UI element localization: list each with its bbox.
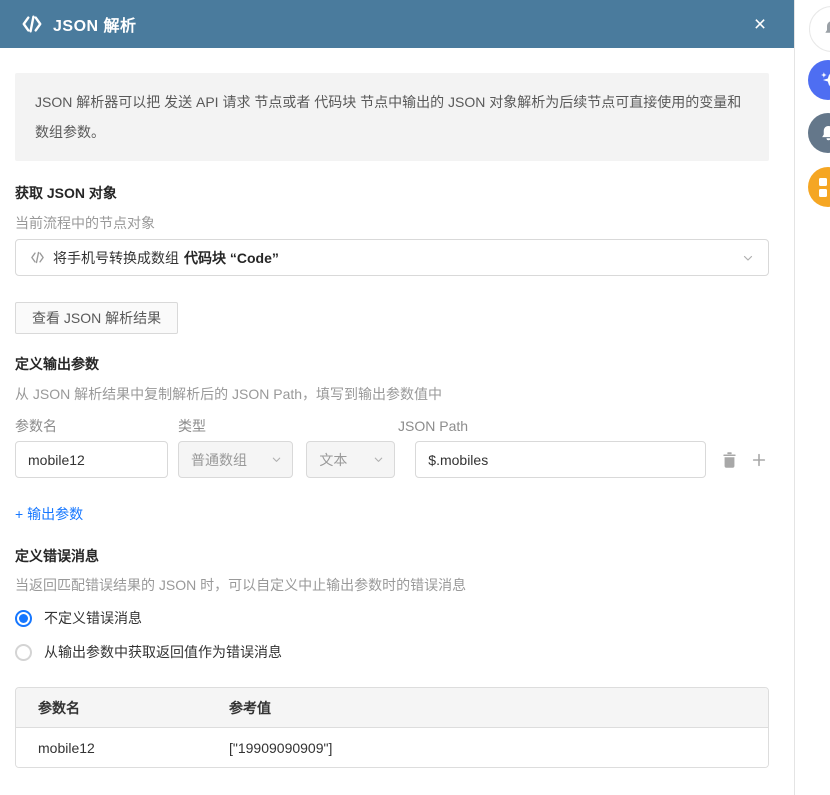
- section-title-get-json: 获取 JSON 对象: [15, 185, 117, 201]
- chevron-down-icon: [742, 252, 754, 264]
- close-icon[interactable]: ×: [746, 10, 774, 38]
- error-message-description: 当返回匹配错误结果的 JSON 时，可以自定义中止输出参数时的错误消息: [15, 577, 467, 593]
- node-select-value: 将手机号转换成数组: [53, 249, 179, 266]
- param-name-label: 参数名: [15, 418, 57, 434]
- apps-grid-icon: [818, 177, 830, 197]
- delete-param-icon[interactable]: [720, 450, 740, 470]
- code-brackets-icon: [20, 12, 44, 36]
- add-param-icon[interactable]: [749, 450, 769, 470]
- radio-label: 不定义错误消息: [44, 610, 142, 626]
- table-cell-value: ["19909090909"]: [229, 739, 333, 756]
- ai-sparkle-button[interactable]: [808, 60, 830, 100]
- add-output-param-link[interactable]: + 输出参数: [15, 504, 83, 524]
- code-block-icon: [30, 250, 45, 265]
- drawer-body: JSON 解析器可以把 发送 API 请求 节点或者 代码块 节点中输出的 JS…: [0, 48, 794, 768]
- node-object-select[interactable]: 将手机号转换成数组 代码块 “Code”: [15, 239, 769, 276]
- view-parse-result-button[interactable]: 查看 JSON 解析结果: [15, 302, 179, 334]
- table-header-row: 参数名 参考值: [16, 688, 768, 728]
- chevron-down-icon: [373, 454, 384, 465]
- table-row: mobile12 ["19909090909"]: [16, 728, 768, 767]
- table-header-value: 参考值: [229, 699, 271, 716]
- intro-info-box: JSON 解析器可以把 发送 API 请求 节点或者 代码块 节点中输出的 JS…: [15, 73, 769, 161]
- chevron-down-icon: [271, 454, 282, 465]
- table-cell-name: mobile12: [38, 739, 95, 756]
- node-select-value-bold: 代码块 “Code”: [184, 249, 279, 266]
- alert-bell-button[interactable]: [808, 113, 830, 153]
- param-item-type-value: 文本: [319, 451, 348, 468]
- param-type-array-value: 普通数组: [191, 451, 247, 468]
- output-params-description: 从 JSON 解析结果中复制解析后的 JSON Path，填写到输出参数值中: [15, 386, 443, 402]
- param-item-type-select[interactable]: 文本: [306, 441, 396, 478]
- json-path-label: JSON Path: [398, 418, 469, 434]
- radio-no-error-message[interactable]: 不定义错误消息: [15, 609, 769, 627]
- param-preview-table: 参数名 参考值 mobile12 ["19909090909"]: [15, 687, 769, 768]
- drawer-title: JSON 解析: [53, 18, 137, 35]
- radio-label: 从输出参数中获取返回值作为错误消息: [44, 644, 282, 660]
- apps-grid-button[interactable]: [808, 167, 830, 207]
- param-type-array-select[interactable]: 普通数组: [178, 441, 294, 478]
- section-title-error-message: 定义错误消息: [15, 548, 99, 564]
- radio-unselected-icon: [15, 643, 32, 661]
- json-path-input[interactable]: [415, 441, 706, 478]
- node-object-subtitle: 当前流程中的节点对象: [15, 215, 155, 231]
- param-type-label: 类型: [178, 418, 206, 434]
- table-header-name: 参数名: [38, 699, 80, 716]
- json-parse-drawer: JSON 解析 × JSON 解析器可以把 发送 API 请求 节点或者 代码块…: [0, 0, 795, 795]
- radio-selected-icon: [15, 609, 32, 627]
- radio-error-from-output[interactable]: 从输出参数中获取返回值作为错误消息: [15, 643, 769, 661]
- section-title-output-params: 定义输出参数: [15, 356, 99, 372]
- param-column-labels: 参数名 类型 JSON Path: [15, 417, 769, 435]
- drawer-header: JSON 解析 ×: [0, 0, 794, 48]
- notification-bell-button[interactable]: [809, 6, 830, 52]
- param-row: 普通数组 文本: [15, 441, 769, 478]
- param-name-input[interactable]: [15, 441, 168, 478]
